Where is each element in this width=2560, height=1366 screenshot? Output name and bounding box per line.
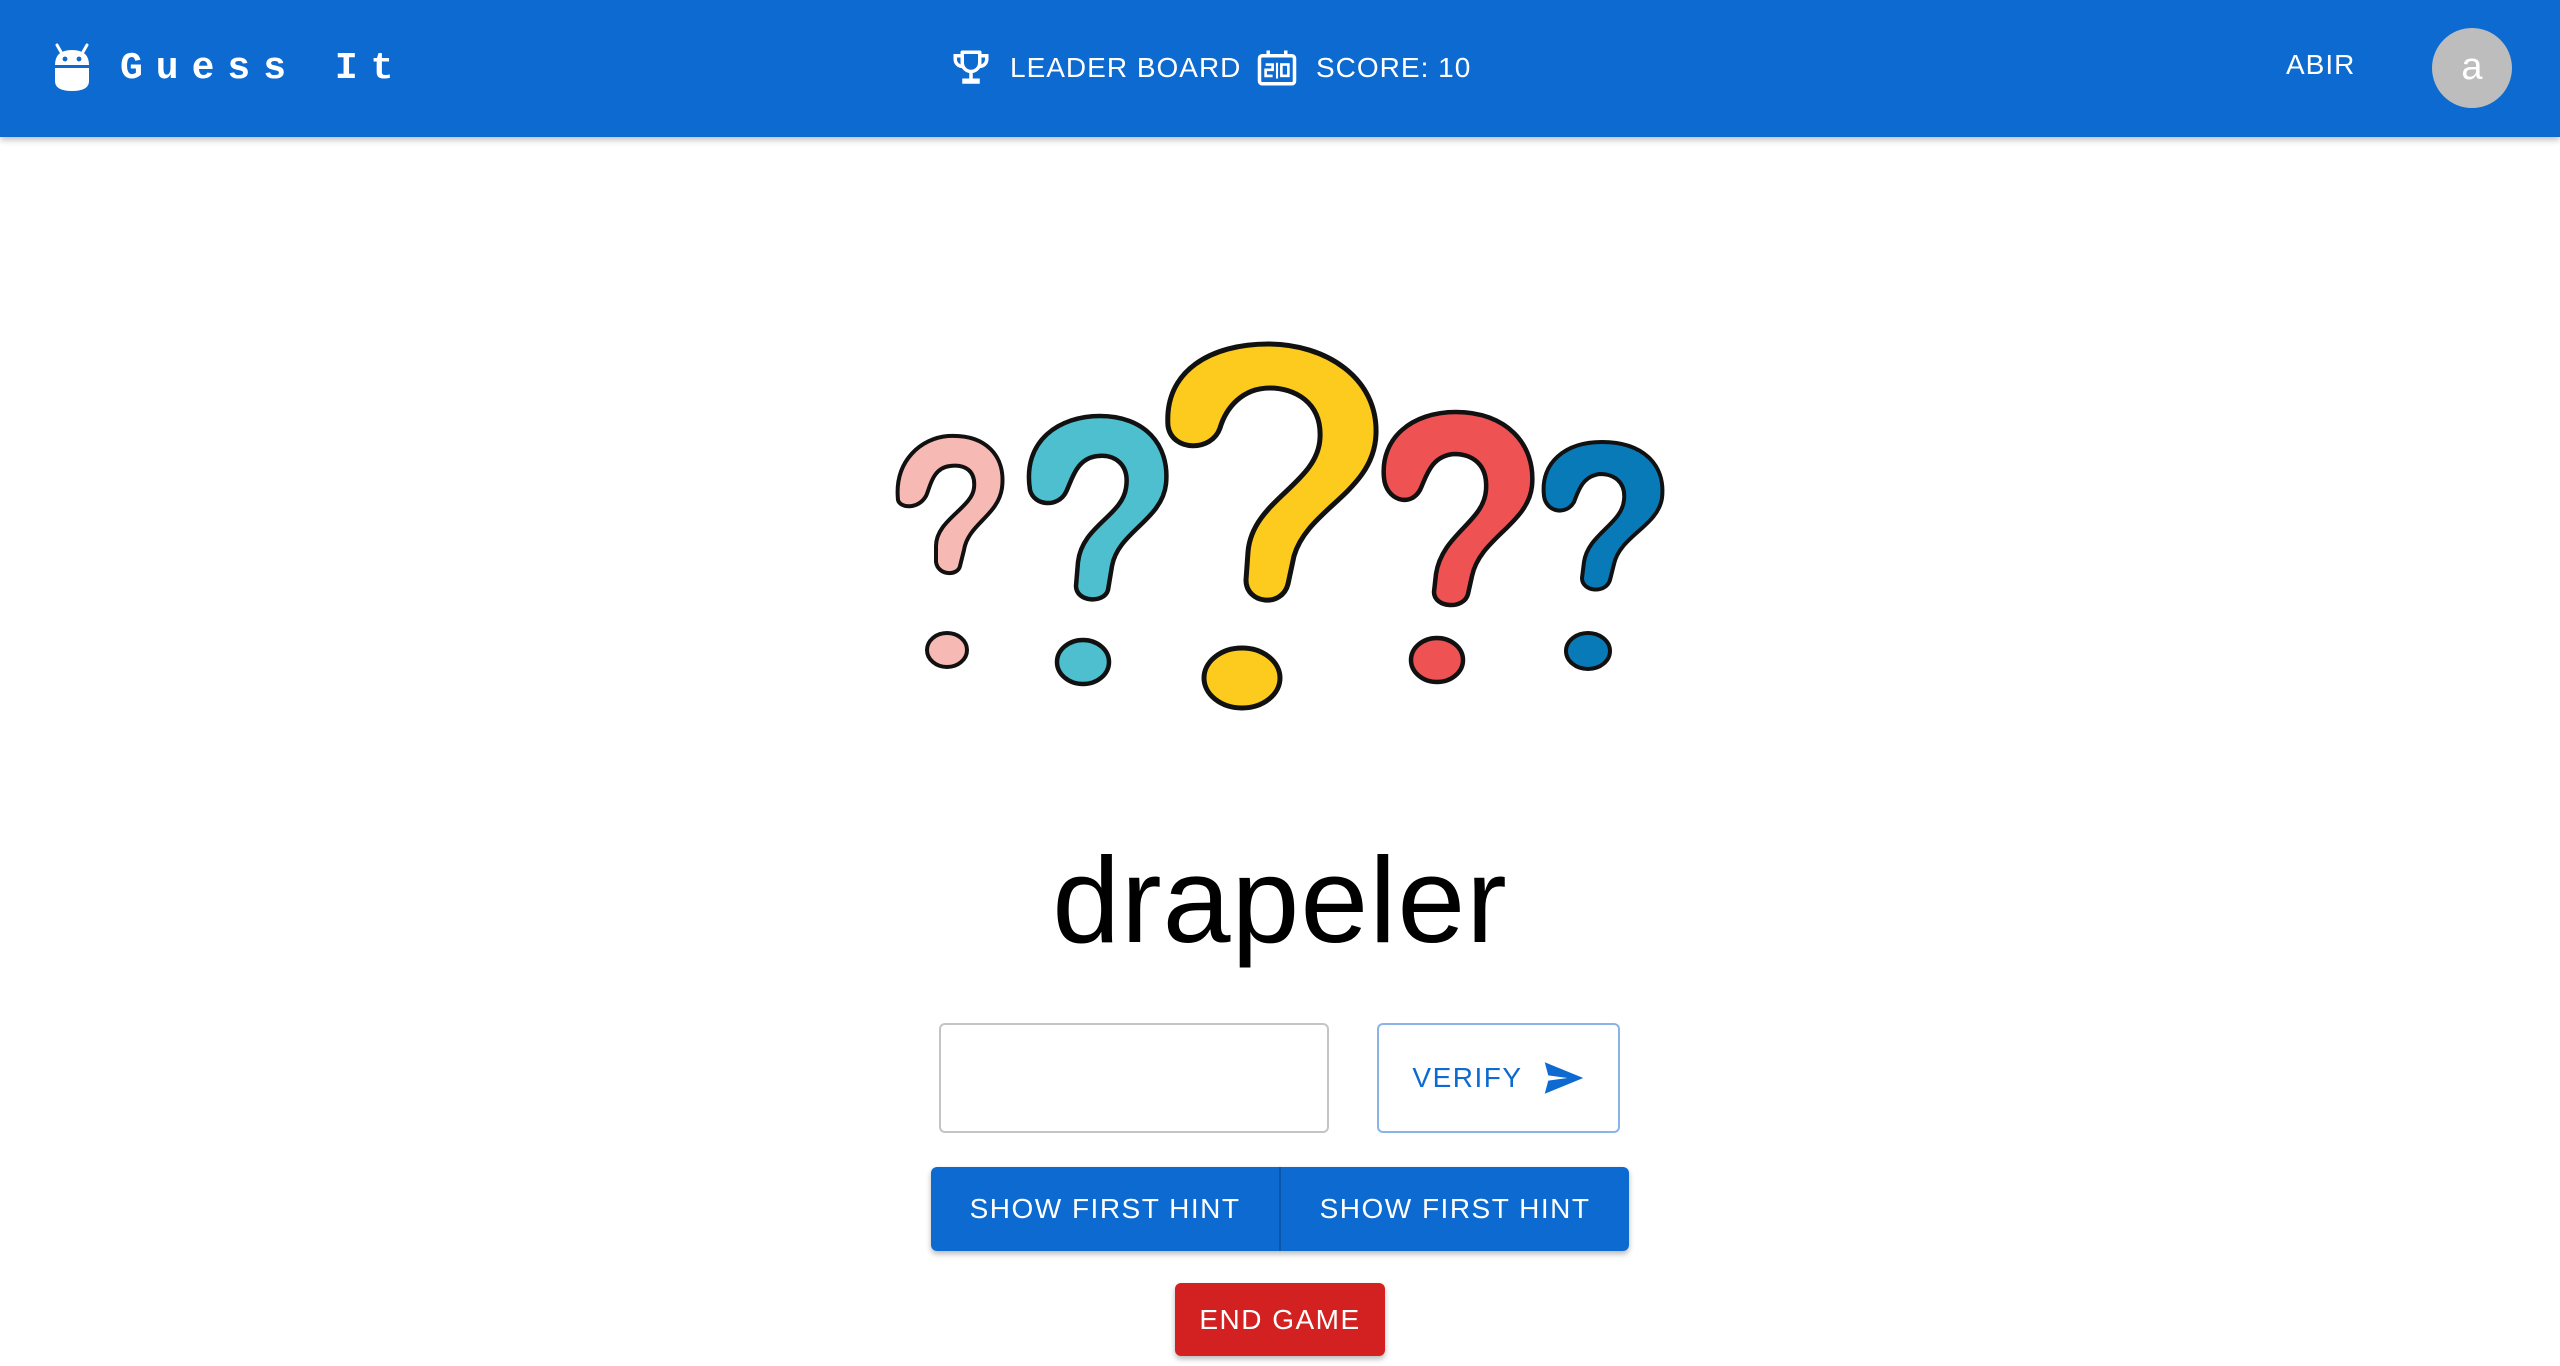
brand[interactable]: Guess It (52, 40, 406, 96)
score-display[interactable]: SCORE: 10 (1256, 40, 1471, 96)
avatar[interactable]: a (2432, 28, 2512, 108)
app-bar: Guess It LEADER BOARD SCORE: 10 ABIR a (0, 0, 2560, 137)
guess-input[interactable] (939, 1023, 1329, 1133)
app-title: Guess It (120, 46, 407, 90)
show-second-hint-button[interactable]: SHOW FIRST HINT (1279, 1167, 1629, 1251)
user-name[interactable]: ABIR (2286, 49, 2355, 81)
scrambled-word: drapeler (1052, 832, 1508, 968)
scoreboard-icon (1257, 50, 1297, 86)
verify-button[interactable]: VERIFY (1377, 1023, 1620, 1133)
question-marks-illustration (895, 341, 1665, 711)
show-first-hint-button[interactable]: SHOW FIRST HINT (931, 1167, 1279, 1251)
hint-button-group: SHOW FIRST HINT SHOW FIRST HINT (931, 1167, 1629, 1251)
android-icon (55, 43, 89, 91)
end-game-button[interactable]: END GAME (1175, 1283, 1385, 1356)
trophy-icon (953, 50, 989, 84)
verify-label: VERIFY (1412, 1062, 1523, 1093)
leaderboard-label: LEADER BOARD (1010, 52, 1242, 83)
score-label: SCORE: 10 (1316, 52, 1472, 83)
leaderboard-link[interactable]: LEADER BOARD (950, 40, 1241, 96)
send-icon (1544, 1062, 1583, 1094)
